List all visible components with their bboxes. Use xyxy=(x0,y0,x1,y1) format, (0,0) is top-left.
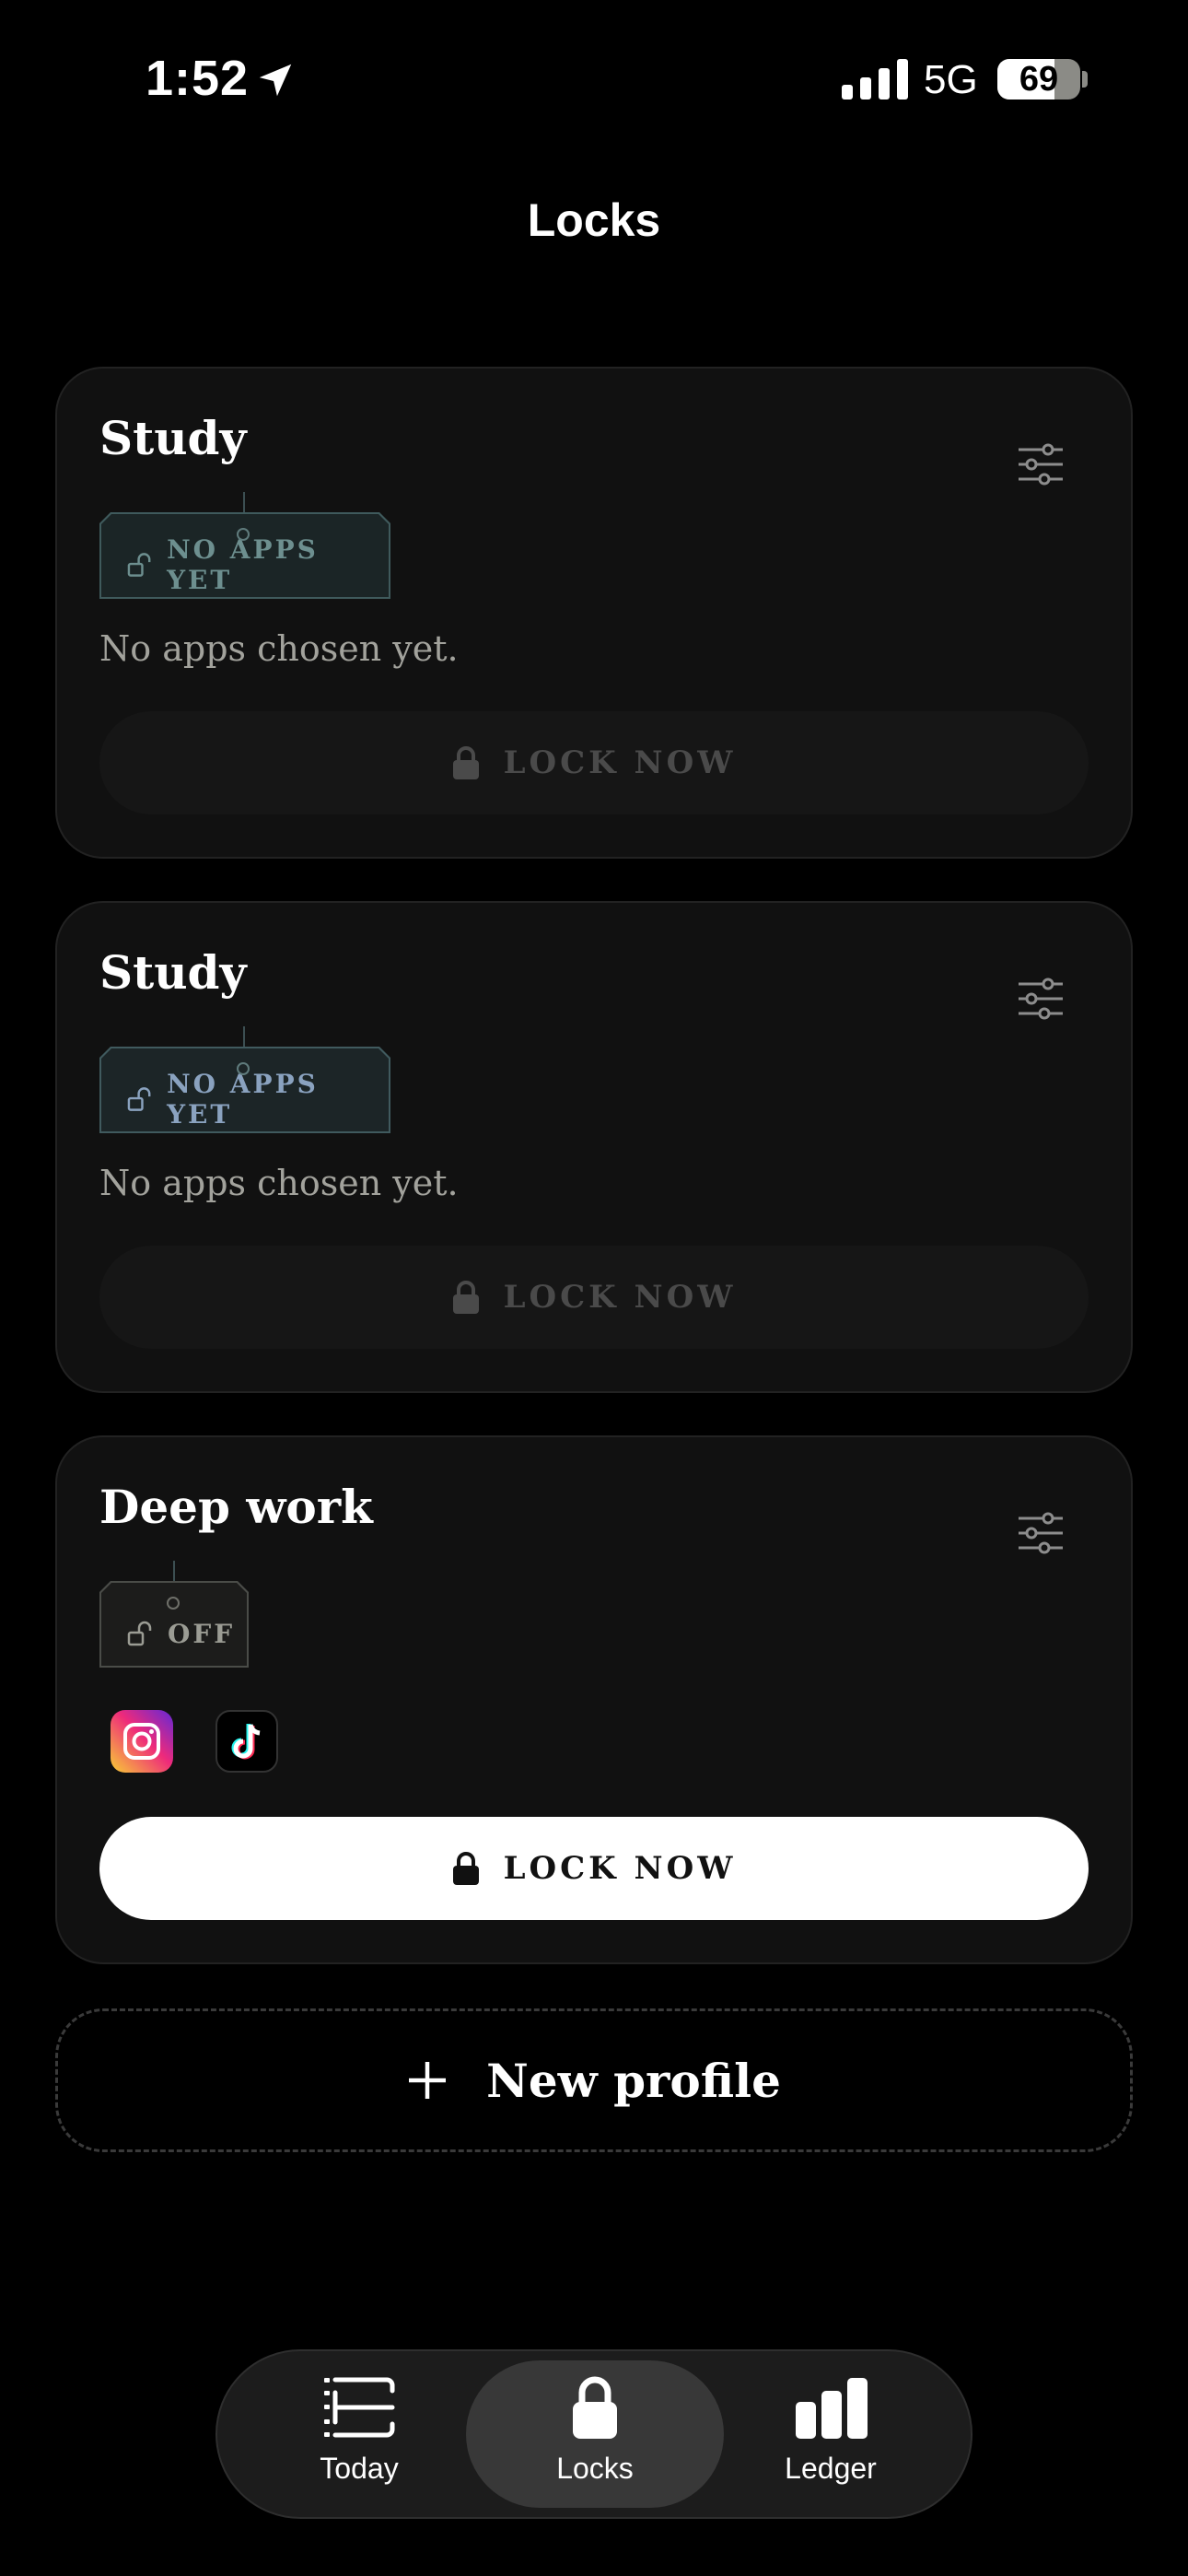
padlock-icon xyxy=(452,1852,479,1885)
empty-apps-text: No apps chosen yet. xyxy=(99,628,459,669)
unlocked-padlock-icon xyxy=(127,551,154,579)
tab-ledger[interactable]: Ledger xyxy=(702,2360,960,2508)
lock-now-label: LOCK NOW xyxy=(503,744,737,781)
tag-string xyxy=(243,492,245,514)
tag-hole xyxy=(237,528,250,541)
tab-ledger-label: Ledger xyxy=(785,2452,877,2485)
status-tag: NO APPS YET xyxy=(99,512,390,599)
lock-now-button[interactable]: LOCK NOW xyxy=(99,1817,1089,1920)
tab-locks[interactable]: Locks xyxy=(466,2360,724,2508)
tiktok-icon xyxy=(215,1710,278,1773)
lock-now-label: LOCK NOW xyxy=(503,1279,737,1316)
lock-now-button[interactable]: LOCK NOW xyxy=(99,1246,1089,1349)
profile-card-study-2[interactable]: Study NO APPS YET No apps chosen yet. LO… xyxy=(55,901,1133,1393)
new-profile-button[interactable]: New profile xyxy=(55,2008,1133,2152)
battery-icon: 69 xyxy=(997,59,1080,100)
status-tag-label: OFF xyxy=(168,1618,236,1649)
instagram-icon xyxy=(111,1710,173,1773)
sliders-settings-icon[interactable] xyxy=(1017,442,1065,486)
empty-apps-text: No apps chosen yet. xyxy=(99,1163,459,1203)
tab-today-label: Today xyxy=(320,2452,399,2485)
tag-hole xyxy=(237,1062,250,1075)
profile-card-study[interactable]: Study NO APPS YET No apps chosen yet. LO… xyxy=(55,367,1133,859)
profile-card-deep-work[interactable]: Deep work OFF LOCK NOW xyxy=(55,1435,1133,1964)
tab-locks-label: Locks xyxy=(556,2452,634,2485)
unlocked-padlock-icon xyxy=(127,1085,154,1113)
status-tag: NO APPS YET xyxy=(99,1047,390,1133)
page-title: Locks xyxy=(527,194,661,246)
battery-level: 69 xyxy=(1019,59,1059,99)
tag-hole xyxy=(167,1597,180,1610)
network-type: 5G xyxy=(924,57,978,102)
status-tag-label: NO APPS YET xyxy=(167,1069,319,1130)
tag-string xyxy=(243,1026,245,1048)
tab-today[interactable]: Today xyxy=(230,2360,488,2508)
tab-bar: Today Locks Ledger xyxy=(215,2349,973,2519)
location-arrow-icon xyxy=(259,64,292,97)
status-time: 1:52 xyxy=(146,51,250,106)
sliders-settings-icon[interactable] xyxy=(1017,977,1065,1021)
bar-chart-icon xyxy=(796,2378,868,2439)
new-profile-label: New profile xyxy=(486,2053,781,2108)
status-tag-label: NO APPS YET xyxy=(167,534,319,595)
lock-now-button[interactable]: LOCK NOW xyxy=(99,711,1089,814)
profile-name: Study xyxy=(99,411,247,465)
plus-icon xyxy=(409,2062,447,2099)
padlock-icon xyxy=(452,1281,479,1314)
status-bar: 1:52 5G 69 xyxy=(0,0,1188,166)
battery-tip xyxy=(1082,71,1088,88)
padlock-icon xyxy=(452,746,479,779)
tag-string xyxy=(173,1561,175,1583)
profile-name: Study xyxy=(99,945,247,1000)
profile-name: Deep work xyxy=(99,1480,373,1534)
status-tag: OFF xyxy=(99,1581,249,1668)
sliders-settings-icon[interactable] xyxy=(1017,1511,1065,1555)
today-list-icon xyxy=(324,2377,395,2438)
cellular-signal-icon xyxy=(842,59,908,100)
padlock-icon xyxy=(573,2376,617,2439)
unlocked-padlock-icon xyxy=(127,1620,155,1647)
lock-now-label: LOCK NOW xyxy=(503,1850,737,1887)
